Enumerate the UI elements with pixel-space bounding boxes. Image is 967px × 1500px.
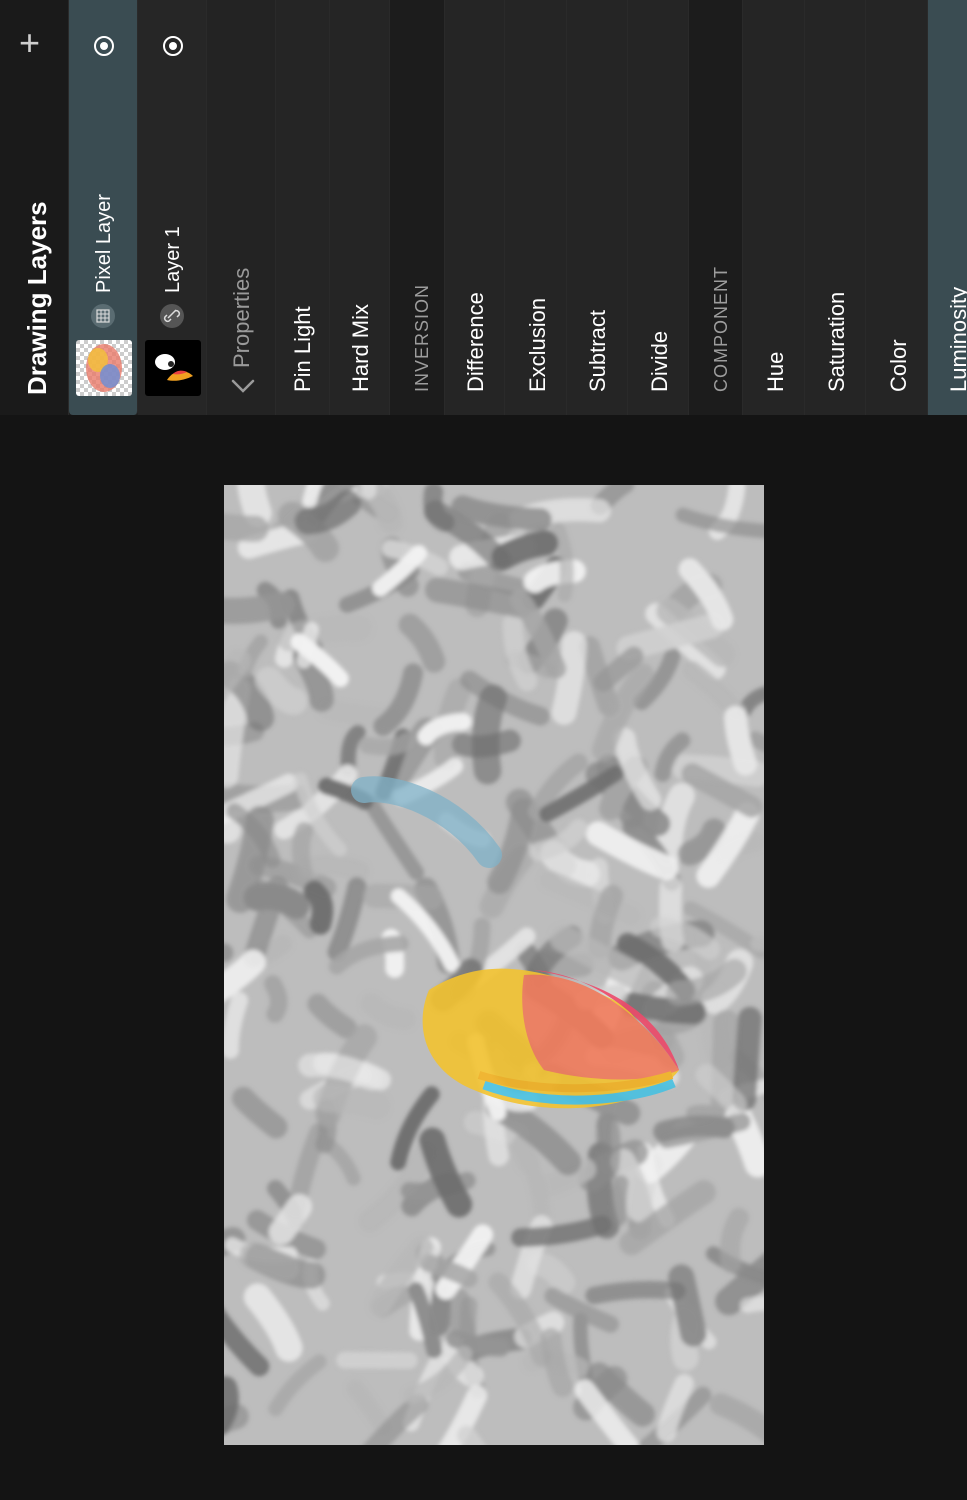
blend-mode-subtract[interactable]: Subtract xyxy=(567,0,628,415)
brush-stroke xyxy=(224,513,269,542)
brush-stroke xyxy=(740,1295,764,1313)
eye-icon[interactable] xyxy=(94,36,114,56)
blend-mode-label: Subtract xyxy=(585,310,610,392)
section-label: COMPONENT xyxy=(711,266,731,392)
add-layer-button[interactable]: + xyxy=(19,22,40,64)
blend-mode-difference[interactable]: Difference xyxy=(445,0,505,415)
brush-stroke xyxy=(451,495,552,531)
brush-stroke xyxy=(655,782,695,866)
chevron-left-icon[interactable] xyxy=(229,373,257,406)
blend-mode-pin-light[interactable]: Pin Light xyxy=(276,0,330,415)
brush-stroke xyxy=(551,631,587,725)
blend-mode-luminosity[interactable]: Luminosity xyxy=(928,0,967,415)
layer-row-pixel-layer[interactable]: Pixel Layer xyxy=(69,0,138,415)
brush-stroke xyxy=(588,884,624,959)
layer-thumbnail xyxy=(76,340,132,396)
layer-row-layer-1[interactable]: Layer 1 xyxy=(138,0,207,415)
blend-mode-label: Divide xyxy=(647,330,672,392)
properties-label: Properties xyxy=(229,267,254,368)
brush-stroke xyxy=(303,880,334,935)
brush-stroke xyxy=(291,821,314,885)
brush-stroke xyxy=(224,677,251,788)
section-header-inversion: INVERSION xyxy=(390,0,445,415)
brush-stroke xyxy=(296,622,319,669)
brush-stroke xyxy=(619,992,706,1025)
brush-stroke xyxy=(491,530,559,570)
canvas-artwork xyxy=(224,485,764,1445)
eye-icon[interactable] xyxy=(163,36,183,56)
blend-mode-hue[interactable]: Hue xyxy=(743,0,805,415)
brush-stroke xyxy=(596,1113,621,1178)
brush-stroke xyxy=(540,1327,574,1397)
grid-icon xyxy=(91,304,115,328)
brush-stroke xyxy=(239,1242,300,1281)
blend-mode-label: Saturation xyxy=(824,291,849,392)
brush-stroke xyxy=(653,1115,735,1142)
brush-stroke xyxy=(268,1193,313,1245)
brush-stroke xyxy=(359,732,416,756)
brush-stroke xyxy=(299,854,370,882)
brush-stroke xyxy=(264,975,288,1023)
panel-title: Drawing Layers xyxy=(22,201,52,395)
brush-stroke xyxy=(551,521,574,602)
blend-mode-label: Hue xyxy=(763,351,788,392)
brush-stroke xyxy=(425,577,534,619)
properties-row[interactable]: Properties xyxy=(207,0,276,415)
brush-stroke xyxy=(361,485,377,500)
layers-panel: + Drawing Layers Pixel Layer Layer 1 Pro… xyxy=(0,0,967,415)
blend-mode-label: Luminosity xyxy=(946,286,967,392)
brush-stroke xyxy=(724,705,758,776)
brush-stroke xyxy=(471,684,508,785)
brush-stroke xyxy=(719,1207,749,1274)
blend-mode-color[interactable]: Color xyxy=(866,0,928,415)
blend-mode-label: Color xyxy=(886,339,911,392)
section-label: INVERSION xyxy=(412,283,432,392)
blend-mode-label: Difference xyxy=(463,292,488,392)
blend-mode-divide[interactable]: Divide xyxy=(628,0,689,415)
layer-name: Pixel Layer xyxy=(93,194,115,293)
link-icon xyxy=(160,304,184,328)
section-header-component: COMPONENT xyxy=(689,0,743,415)
panel-header: + Drawing Layers xyxy=(0,0,69,415)
brush-stroke xyxy=(732,1006,762,1112)
brush-stroke xyxy=(237,485,272,527)
blend-mode-label: Pin Light xyxy=(290,306,315,392)
brush-stroke xyxy=(585,1280,686,1305)
brush-stroke xyxy=(224,991,249,1059)
brush-stroke xyxy=(224,1376,239,1435)
blend-mode-exclusion[interactable]: Exclusion xyxy=(505,0,567,415)
brush-stroke xyxy=(313,1084,391,1120)
blend-mode-label: Hard Mix xyxy=(348,303,373,392)
blend-mode-label: Exclusion xyxy=(525,297,550,392)
brush-stroke xyxy=(298,1053,383,1091)
layer-name: Layer 1 xyxy=(162,226,184,293)
drawing-canvas[interactable] xyxy=(224,485,764,1445)
blend-mode-saturation[interactable]: Saturation xyxy=(805,0,866,415)
brush-stroke xyxy=(611,1175,629,1226)
layer-thumbnail xyxy=(145,340,201,396)
blend-mode-hard-mix[interactable]: Hard Mix xyxy=(330,0,390,415)
brush-stroke xyxy=(243,882,310,920)
brush-stroke xyxy=(224,591,296,625)
